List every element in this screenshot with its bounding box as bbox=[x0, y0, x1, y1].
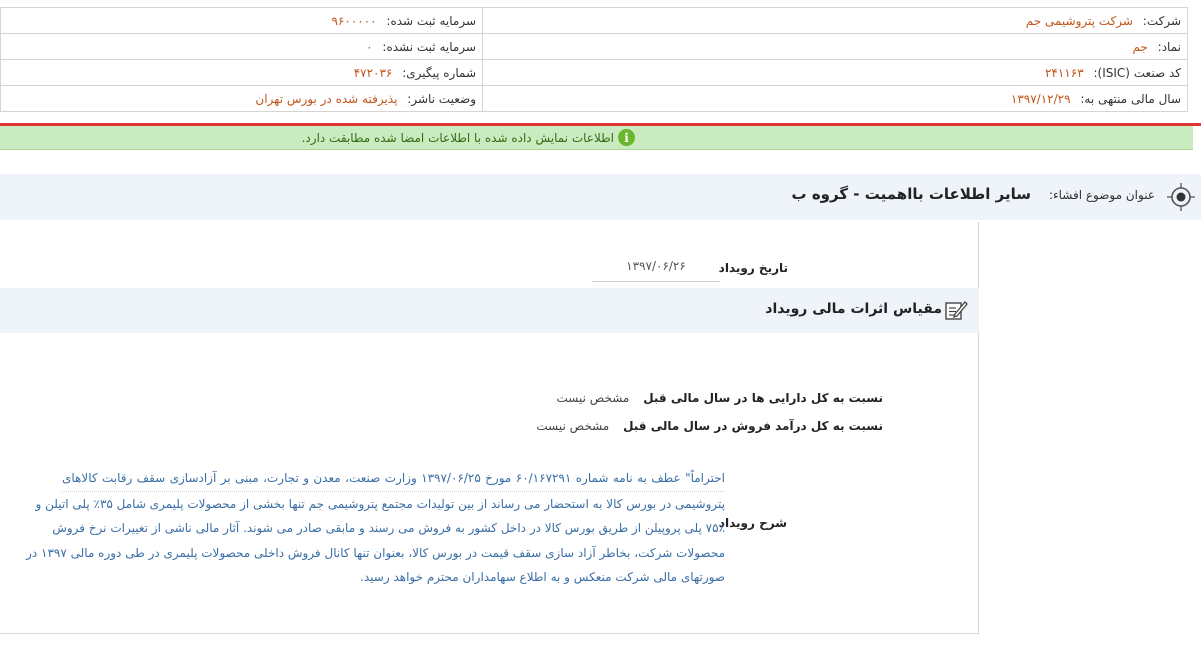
info-cell-isic: کد صنعت (ISIC): ۲۴۱۱۶۳ bbox=[482, 59, 1188, 86]
tracking-number-value: ۴۷۲۰۳۶ bbox=[353, 65, 393, 80]
ratio-assets-label: نسبت به کل دارایی ها در سال مالی قبل bbox=[643, 391, 883, 405]
info-cell-issuer-status: وضعیت ناشر: پذیرفته شده در بورس تهران bbox=[0, 85, 483, 112]
info-row: شرکت: شرکت پتروشیمی جم سرمایه ثبت شده: ۹… bbox=[0, 7, 1188, 34]
description-line: محصولات شرکت، بخاطر آزاد سازی سقف قیمت د… bbox=[26, 545, 725, 560]
event-date-value: ۱۳۹۷/۰۶/۲۶ bbox=[592, 259, 720, 282]
info-cell-fiscal-year: سال مالی منتهی به: ۱۳۹۷/۱۲/۲۹ bbox=[482, 85, 1188, 112]
company-label: شرکت: bbox=[1142, 13, 1181, 28]
edit-note-icon bbox=[945, 301, 968, 320]
verification-notice-text: اطلاعات نمایش داده شده با اطلاعات امضا ش… bbox=[301, 130, 614, 145]
info-icon: i bbox=[618, 129, 635, 146]
event-date-label: تاریخ رویداد bbox=[718, 261, 788, 275]
fiscal-year-label: سال مالی منتهی به: bbox=[1080, 91, 1181, 106]
unregistered-capital-label: سرمایه ثبت نشده: bbox=[382, 39, 476, 54]
info-cell-tracking-number: شماره پیگیری: ۴۷۲۰۳۶ bbox=[0, 59, 483, 86]
unregistered-capital-value: ۰ bbox=[366, 39, 373, 54]
info-row: کد صنعت (ISIC): ۲۴۱۱۶۳ شماره پیگیری: ۴۷۲… bbox=[0, 59, 1188, 86]
info-cell-company: شرکت: شرکت پتروشیمی جم bbox=[482, 7, 1188, 34]
info-cell-unregistered-capital: سرمایه ثبت نشده: ۰ bbox=[0, 33, 483, 60]
target-icon bbox=[1167, 183, 1195, 211]
event-description-text: احتراماً" عطف به نامه شماره ۶۰/۱۶۷۲۹۱ مو… bbox=[26, 466, 725, 590]
ratio-assets-value: مشخص نیست bbox=[556, 391, 630, 405]
fiscal-year-value: ۱۳۹۷/۱۲/۲۹ bbox=[1010, 91, 1071, 106]
ratio-sales-value: مشخص نیست bbox=[536, 419, 610, 433]
description-line: صورتهای مالی شرکت منعکس و به اطلاع سهامد… bbox=[360, 570, 725, 584]
info-cell-symbol: نماد: جم bbox=[482, 33, 1188, 60]
financial-effects-title: مقیاس اثرات مالی رویداد bbox=[765, 301, 942, 317]
ratio-sales-label: نسبت به کل درآمد فروش در سال مالی قبل bbox=[623, 419, 883, 433]
description-line: احتراماً" عطف به نامه شماره ۶۰/۱۶۷۲۹۱ مو… bbox=[62, 466, 725, 492]
info-row: سال مالی منتهی به: ۱۳۹۷/۱۲/۲۹ وضعیت ناشر… bbox=[0, 85, 1188, 112]
issuer-status-value: پذیرفته شده در بورس تهران bbox=[255, 91, 398, 106]
verification-notice: i اطلاعات نمایش داده شده با اطلاعات امضا… bbox=[0, 126, 1193, 150]
company-info-table: شرکت: شرکت پتروشیمی جم سرمایه ثبت شده: ۹… bbox=[0, 7, 1188, 112]
tracking-number-label: شماره پیگیری: bbox=[402, 65, 476, 80]
info-cell-registered-capital: سرمایه ثبت شده: ۹۶۰۰۰۰۰ bbox=[0, 7, 483, 34]
subject-label: عنوان موضوع افشاء: bbox=[1048, 188, 1155, 202]
description-line: پتروشیمی در بورس کالا به استحضار می رسان… bbox=[35, 496, 725, 511]
registered-capital-label: سرمایه ثبت شده: bbox=[386, 13, 476, 28]
issuer-status-label: وضعیت ناشر: bbox=[407, 91, 476, 106]
ratio-row-assets: نسبت به کل دارایی ها در سال مالی قبل مشخ… bbox=[557, 391, 883, 405]
company-value[interactable]: شرکت پتروشیمی جم bbox=[1026, 14, 1133, 28]
info-row: نماد: جم سرمایه ثبت نشده: ۰ bbox=[0, 33, 1188, 60]
description-line: ۷۵٪ پلی پروپیلن از طریق بورس کالا در داخ… bbox=[52, 521, 725, 535]
isic-label: کد صنعت (ISIC): bbox=[1093, 65, 1181, 80]
isic-value: ۲۴۱۱۶۳ bbox=[1044, 65, 1084, 80]
ratio-row-sales: نسبت به کل درآمد فروش در سال مالی قبل مش… bbox=[536, 419, 883, 433]
registered-capital-value: ۹۶۰۰۰۰۰ bbox=[331, 13, 377, 28]
symbol-label: نماد: bbox=[1157, 39, 1181, 54]
event-description-label: شرح رویداد bbox=[718, 516, 787, 530]
subject-bar: عنوان موضوع افشاء: سایر اطلاعات بااهمیت … bbox=[0, 174, 1201, 220]
subject-title: سایر اطلاعات بااهمیت - گروه ب bbox=[791, 185, 1031, 203]
symbol-value[interactable]: جم bbox=[1132, 40, 1147, 54]
